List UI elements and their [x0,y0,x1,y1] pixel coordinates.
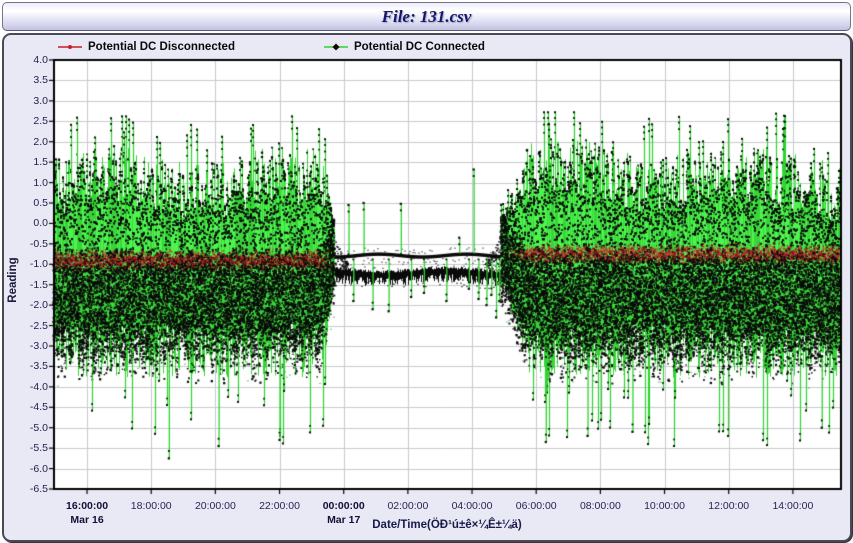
window-title: File: 131.csv [382,7,472,27]
x-tick-label: 04:00:00 [452,500,493,512]
y-tick-label: 0.0 [4,217,48,229]
plot-canvas[interactable] [45,52,849,498]
x-tick-label: 06:00:00 [516,500,557,512]
y-tick-label: -3.0 [4,340,48,352]
y-tick-label: 2.0 [4,136,48,148]
y-tick-label: 3.5 [4,74,48,86]
x-tick-date-label: Mar 17 [327,514,360,526]
green-line-marker-icon [323,42,349,52]
x-tick-label: 10:00:00 [644,500,685,512]
x-tick-label: 08:00:00 [580,500,621,512]
y-tick-label: -6.0 [4,463,48,475]
x-tick-label: 02:00:00 [387,500,428,512]
x-axis-title: Date/Time(ÖÐ¹ú±ê×¼Ê±¼ä) [372,519,522,531]
y-tick-label: -4.5 [4,401,48,413]
x-tick-label: 16:00:00 [66,500,108,512]
red-line-marker-icon [57,42,83,52]
y-tick-label: 4.0 [4,54,48,66]
y-tick-label: 3.0 [4,95,48,107]
y-tick-label: -3.5 [4,360,48,372]
x-tick-label: 12:00:00 [708,500,749,512]
y-tick-label: -4.0 [4,381,48,393]
x-tick-label: 14:00:00 [772,500,813,512]
y-tick-label: -6.5 [4,483,48,495]
x-tick-date-label: Mar 16 [70,514,103,526]
y-tick-label: 2.5 [4,115,48,127]
x-tick-label: 00:00:00 [323,500,365,512]
x-tick-label: 20:00:00 [195,500,236,512]
y-tick-label: -5.0 [4,422,48,434]
x-tick-label: 18:00:00 [131,500,172,512]
y-tick-label: 0.5 [4,197,48,209]
y-tick-label: -5.5 [4,442,48,454]
y-axis-title: Reading [7,245,19,315]
x-tick-label: 22:00:00 [259,500,300,512]
y-tick-label: 1.0 [4,177,48,189]
y-tick-label: 1.5 [4,156,48,168]
application-window: File: 131.csv Potential DC Disconnected … [0,0,853,543]
window-title-bar: File: 131.csv [2,2,851,31]
y-tick-label: -2.5 [4,320,48,332]
chart-panel: Potential DC Disconnected Potential DC C… [2,33,852,542]
